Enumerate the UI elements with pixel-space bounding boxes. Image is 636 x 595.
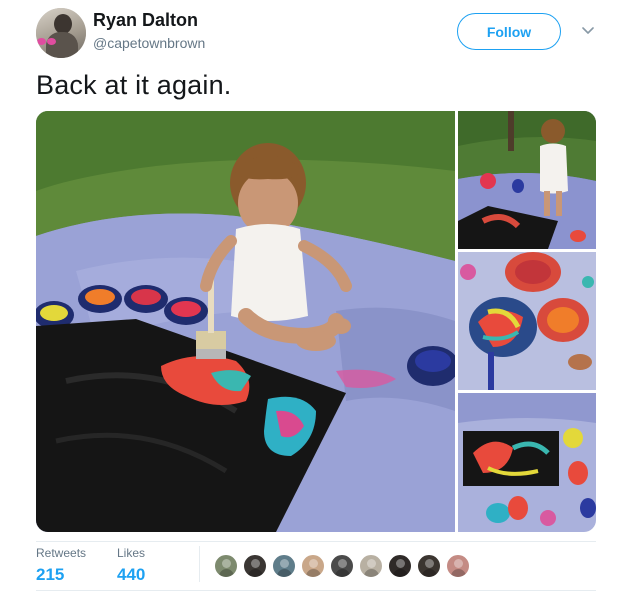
side-photo-2[interactable] [458,252,596,390]
divider-bottom [36,590,596,591]
media-grid [36,111,596,532]
stats-separator [199,546,200,582]
likes-label: Likes [117,546,146,560]
liker-avatar[interactable] [214,554,238,578]
liker-avatar[interactable] [330,554,354,578]
avatar-head [54,14,72,34]
retweets-count: 215 [36,565,65,584]
tweet-header: Ryan Dalton @capetownbrown Follow [0,0,636,70]
side-photo-3[interactable] [458,393,596,532]
divider-top [36,541,596,542]
tweet-text: Back at it again. [36,70,232,100]
user-avatar[interactable] [36,8,86,58]
side-photo-1[interactable] [458,111,596,249]
author-handle[interactable]: @capetownbrown [93,35,205,51]
liker-avatar[interactable] [359,554,383,578]
chevron-down-icon[interactable] [582,26,594,36]
liker-avatar[interactable] [388,554,412,578]
author-name[interactable]: Ryan Dalton [93,10,198,31]
liker-avatar[interactable] [272,554,296,578]
likes-stat[interactable]: Likes 440 [117,546,145,585]
main-photo[interactable] [36,111,455,532]
likes-count: 440 [117,565,146,584]
follow-button[interactable]: Follow [457,13,561,50]
retweets-stat[interactable]: Retweets 215 [36,546,86,585]
liker-avatar[interactable] [446,554,470,578]
avatar-glasses [37,38,57,46]
liker-avatar[interactable] [243,554,267,578]
liker-avatar[interactable] [417,554,441,578]
tweet-stats: Retweets 215 Likes 440 [36,546,596,586]
retweets-label: Retweets [36,546,87,560]
liker-avatar[interactable] [301,554,325,578]
